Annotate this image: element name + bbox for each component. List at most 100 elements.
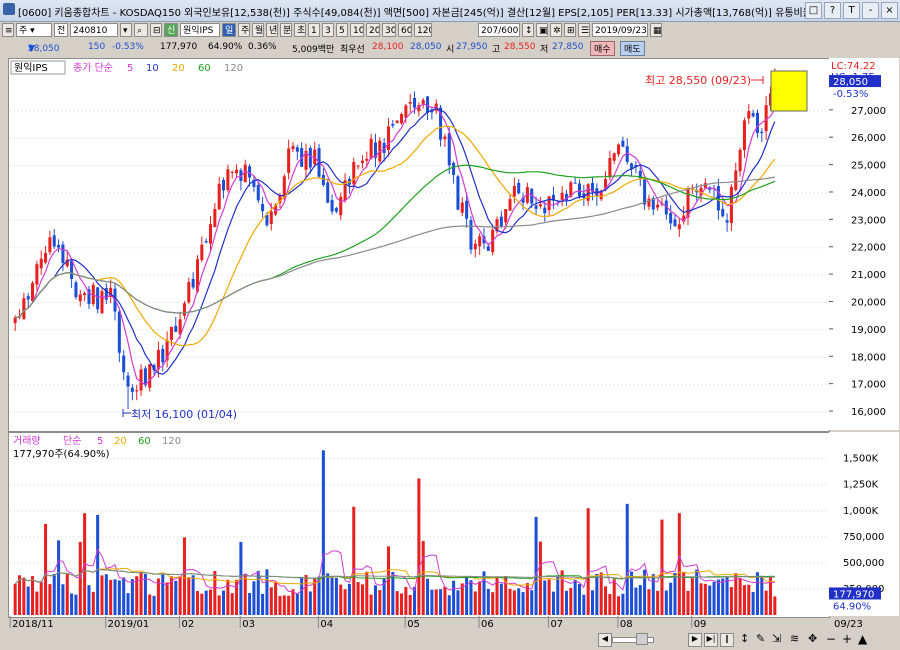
tab-period-7[interactable]: 5 [336, 23, 348, 37]
candle [538, 204, 542, 207]
volume-bar [729, 587, 733, 615]
pause-icon[interactable]: ‖ [720, 633, 734, 647]
list-icon[interactable]: ☰ [578, 23, 590, 37]
market-select[interactable]: 주 ▾ [16, 23, 52, 37]
volume-bar [213, 571, 217, 615]
candle [560, 192, 564, 200]
search-icon[interactable]: ⌕ [134, 23, 148, 37]
volume-bar [52, 573, 56, 615]
volume-bar [343, 589, 347, 615]
scrollbar-thumb[interactable] [636, 633, 648, 645]
close-button[interactable]: × [881, 2, 898, 19]
scroll-right-icon[interactable]: ▶ [688, 633, 702, 647]
tab-period-12[interactable]: 120 [414, 23, 432, 37]
tab-period-0[interactable]: 주 [238, 23, 250, 37]
sell-button[interactable]: 매도 [620, 41, 645, 56]
volume-bar [764, 590, 768, 615]
move-icon[interactable]: ✥ [808, 632, 817, 645]
volume-bar [573, 579, 577, 615]
tab-period-8[interactable]: 10 [350, 23, 364, 37]
compare-icon[interactable]: ⊟ [150, 23, 162, 37]
tab-period-6[interactable]: 3 [322, 23, 334, 37]
volume-bar [187, 577, 191, 615]
price-panel[interactable]: 원익IPS 종가 단순 5 10 20 60 120 최고 28,550 (09/23) 최저 … [8, 58, 830, 432]
stock-code-input[interactable]: 240810 [70, 23, 118, 37]
price-tick: 22,000 [851, 243, 886, 254]
candle [235, 169, 239, 174]
lock-icon[interactable]: ▣ [536, 23, 548, 37]
date-input[interactable]: 2019/09/23 [592, 23, 648, 37]
tab-period-4[interactable]: 초 [294, 23, 306, 37]
candle [248, 166, 252, 178]
volume-bar [712, 581, 716, 615]
candle [130, 387, 134, 392]
candle [656, 204, 660, 208]
volume-panel[interactable]: 거래량 단순 5 20 60 120 177,970주(64.90%) [8, 432, 830, 618]
tab-period-1[interactable]: 월 [252, 23, 264, 37]
volume-bar [577, 583, 582, 615]
candle [213, 208, 217, 228]
buy-button[interactable]: 매수 [590, 41, 615, 56]
low-price: 27,850 [552, 42, 584, 52]
volume-bar [617, 596, 621, 615]
candle [174, 325, 178, 332]
calendar-icon[interactable]: ▦ [650, 23, 662, 37]
zoom-fit-icon[interactable]: ≋ [790, 632, 799, 645]
count-input[interactable]: 207/600 [478, 23, 520, 37]
code-dropdown-icon[interactable]: ▾ [120, 23, 132, 37]
candle [734, 170, 738, 190]
stock-name: 원익IPS [180, 23, 220, 37]
scope-select[interactable]: 전 [54, 23, 68, 37]
tab-period-5[interactable]: 1 [308, 23, 320, 37]
tab-period-10[interactable]: 30 [382, 23, 396, 37]
volume-bar [491, 592, 495, 615]
low-label: 저 [540, 45, 549, 55]
scroll-end-icon[interactable]: ▶| [704, 633, 718, 647]
candle [499, 216, 503, 227]
zoom-in-arrow-icon[interactable]: ▲ [858, 632, 867, 646]
zoom-in-icon[interactable]: + [842, 632, 852, 646]
zoom-out-icon[interactable]: − [826, 632, 836, 646]
help-button[interactable]: ? [824, 2, 841, 19]
volume-bar [582, 594, 586, 615]
price-change: 150 [88, 42, 106, 52]
volume-bar [274, 582, 278, 615]
highlight-box[interactable] [770, 70, 808, 112]
volume-bar [716, 579, 720, 615]
tab-period-11[interactable]: 60 [398, 23, 412, 37]
scale-icon[interactable]: ⇲ [772, 632, 781, 645]
draw-icon[interactable]: ✎ [756, 632, 765, 645]
settings-icon[interactable]: ✲ [550, 23, 562, 37]
price-chart[interactable]: 원익IPS 종가 단순 5 10 20 60 120 최고 28,550 (09/23) 최저 … [9, 59, 829, 431]
candle [148, 364, 152, 388]
price-tick: 25,000 [851, 161, 886, 172]
volume-bar [421, 541, 425, 615]
volume-bar [590, 590, 595, 615]
volume-chart[interactable]: 거래량 단순 5 20 60 120 177,970주(64.90%) [9, 433, 829, 617]
tab-period-9[interactable]: 20 [366, 23, 380, 37]
volume-bar [391, 572, 395, 615]
fit-icon[interactable]: ↕ [740, 632, 749, 645]
restore-button[interactable]: □ [805, 2, 822, 19]
minimize-button[interactable]: ‐ [862, 2, 879, 19]
volume-bar [638, 585, 642, 615]
date-tick: 07 [550, 619, 563, 630]
tab-period-3[interactable]: 분 [280, 23, 292, 37]
tab-day[interactable]: 일 [222, 23, 236, 37]
candle [465, 200, 469, 219]
candle [83, 293, 87, 296]
candle [156, 349, 160, 370]
grid-icon[interactable]: ⊞ [564, 23, 576, 37]
text-button[interactable]: T [843, 2, 860, 19]
volume-bar [399, 593, 404, 615]
scroll-left-icon[interactable]: ◀ [598, 633, 612, 647]
volume-bar [551, 591, 555, 615]
volume-bar [721, 578, 725, 615]
spin-icon[interactable]: ↕ [522, 23, 534, 37]
volume-tick: 1,500K [843, 454, 879, 465]
tab-period-2[interactable]: 년 [266, 23, 278, 37]
volume-bar [109, 579, 113, 615]
volume-bar [538, 541, 542, 615]
date-tick: 09/23 [834, 619, 863, 630]
menu-icon[interactable]: ≡ [2, 23, 14, 37]
